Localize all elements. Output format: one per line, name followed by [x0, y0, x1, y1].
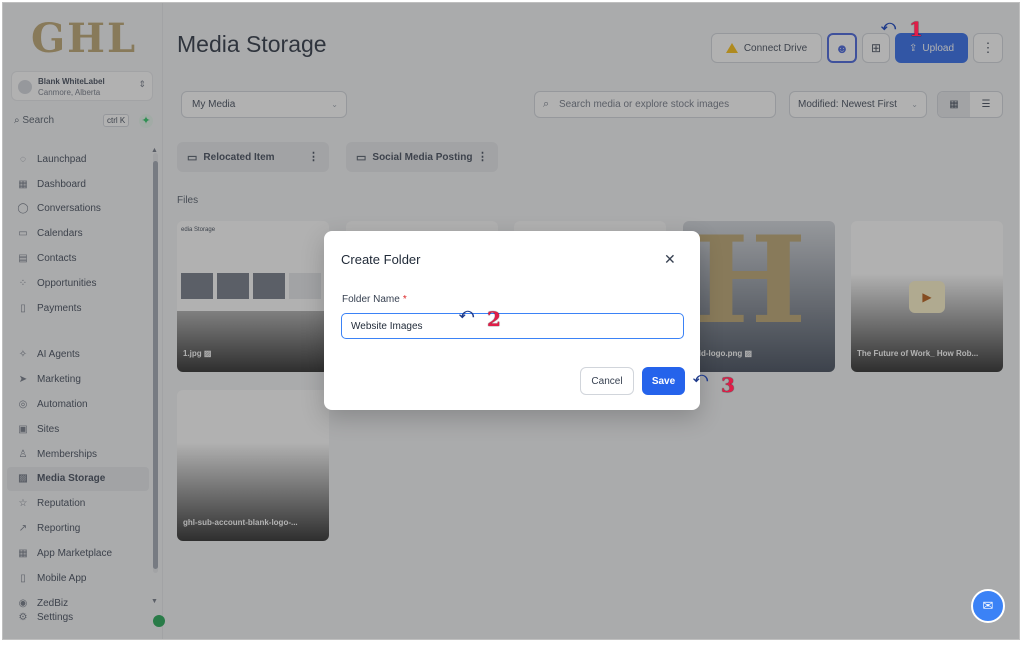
cancel-button[interactable]: Cancel [580, 367, 634, 395]
save-button[interactable]: Save [642, 367, 685, 395]
app-window: GHL Blank WhiteLabel Canmore, Alberta ⇕ … [2, 2, 1020, 640]
dialog-title: Create Folder [341, 252, 421, 267]
step-marker-2: 2 [487, 307, 501, 331]
step-marker-1: 1 [909, 17, 923, 41]
arrow-icon: ⤺ [693, 369, 708, 385]
folder-name-label: Folder Name * [342, 294, 407, 305]
folder-name-input[interactable] [341, 313, 684, 339]
required-marker: * [402, 294, 407, 305]
chat-icon: ✉ [982, 598, 994, 613]
chat-support-button[interactable]: ✉ [971, 589, 1005, 623]
create-folder-dialog: Create Folder ✕ Folder Name* Cancel Save [324, 231, 700, 410]
arrow-icon: ⤺ [459, 305, 474, 321]
step-marker-3: 3 [721, 373, 735, 397]
close-icon[interactable]: ✕ [664, 251, 676, 268]
arrow-icon: ⤺ [881, 17, 896, 33]
